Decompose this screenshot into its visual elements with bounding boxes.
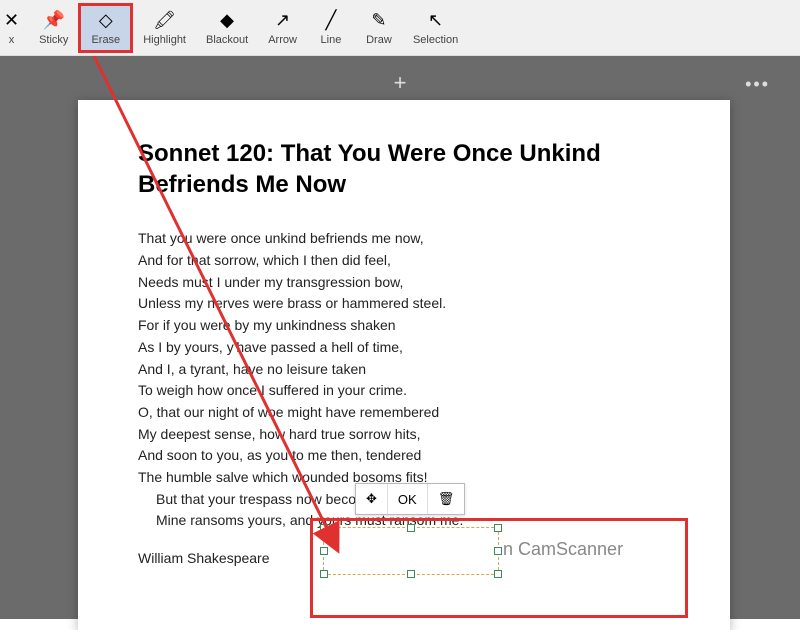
resize-handle[interactable] bbox=[494, 570, 502, 578]
erase-label: Erase bbox=[91, 34, 120, 46]
sticky-tool[interactable]: 📌 Sticky bbox=[29, 6, 78, 50]
poem-line: Unless my nerves were brass or hammered … bbox=[138, 293, 670, 315]
line-tool[interactable]: ╱ Line bbox=[307, 6, 355, 50]
ok-button[interactable]: OK bbox=[388, 484, 428, 514]
more-menu[interactable]: ••• bbox=[745, 74, 770, 95]
poem-line: To weigh how once I suffered in your cri… bbox=[138, 380, 670, 402]
move-handle[interactable]: ✥ bbox=[356, 484, 388, 514]
resize-handle[interactable] bbox=[407, 570, 415, 578]
resize-handle[interactable] bbox=[320, 524, 328, 532]
poem-line: Needs must I under my transgression bow, bbox=[138, 272, 670, 294]
poem-line: My deepest sense, how hard true sorrow h… bbox=[138, 424, 670, 446]
document-page: Sonnet 120: That You Were Once Unkind Be… bbox=[78, 100, 730, 630]
erase-icon: ◇ bbox=[99, 10, 113, 32]
document-title: Sonnet 120: That You Were Once Unkind Be… bbox=[138, 138, 670, 200]
blackout-icon: ◆ bbox=[220, 10, 234, 32]
poem-line: O, that our night of woe might have reme… bbox=[138, 402, 670, 424]
erase-selection-rect[interactable] bbox=[323, 527, 499, 575]
poem-line: And soon to you, as you to me then, tend… bbox=[138, 445, 670, 467]
poem-line: That you were once unkind befriends me n… bbox=[138, 228, 670, 250]
resize-handle[interactable] bbox=[407, 524, 415, 532]
selection-label: Selection bbox=[413, 34, 458, 46]
erase-selection-controls: ✥ OK 🗑 bbox=[355, 483, 465, 515]
main-toolbar: ✕ x 📌 Sticky ◇ Erase 🖍 Highlight ◆ Black… bbox=[0, 0, 800, 56]
arrow-icon: ↗ bbox=[275, 10, 290, 32]
poem-line: And for that sorrow, which I then did fe… bbox=[138, 250, 670, 272]
selection-icon: ↖ bbox=[428, 10, 443, 32]
arrow-tool[interactable]: ↗ Arrow bbox=[258, 6, 307, 50]
annotation-highlight-box: ✥ OK 🗑 n CamScanner bbox=[310, 518, 688, 618]
line-label: Line bbox=[321, 34, 342, 46]
pin-icon: 📌 bbox=[43, 10, 65, 32]
blackout-label: Blackout bbox=[206, 34, 248, 46]
erase-tool[interactable]: ◇ Erase bbox=[78, 3, 133, 53]
draw-icon: ✎ bbox=[371, 10, 386, 32]
blackout-tool[interactable]: ◆ Blackout bbox=[196, 6, 258, 50]
poem-line: As I by yours, y'have passed a hell of t… bbox=[138, 337, 670, 359]
poem-line: And I, a tyrant, have no leisure taken bbox=[138, 359, 670, 381]
sticky-label: Sticky bbox=[39, 34, 68, 46]
watermark-text: n CamScanner bbox=[503, 539, 623, 560]
poem-line: For if you were by my unkindness shaken bbox=[138, 315, 670, 337]
resize-handle[interactable] bbox=[494, 547, 502, 555]
resize-handle[interactable] bbox=[494, 524, 502, 532]
highlight-tool[interactable]: 🖍 Highlight bbox=[133, 6, 196, 50]
line-icon: ╱ bbox=[326, 10, 337, 32]
resize-handle[interactable] bbox=[320, 570, 328, 578]
workspace: + ••• Sonnet 120: That You Were Once Unk… bbox=[0, 56, 800, 619]
arrow-label: Arrow bbox=[268, 34, 297, 46]
delete-button[interactable]: 🗑 bbox=[428, 484, 465, 514]
box-icon: ✕ bbox=[4, 10, 19, 32]
draw-label: Draw bbox=[366, 34, 392, 46]
box-label: x bbox=[9, 34, 15, 46]
highlight-icon: 🖍 bbox=[153, 10, 176, 32]
draw-tool[interactable]: ✎ Draw bbox=[355, 6, 403, 50]
resize-handle[interactable] bbox=[320, 547, 328, 555]
highlight-label: Highlight bbox=[143, 34, 186, 46]
add-tab-button[interactable]: + bbox=[394, 70, 407, 96]
selection-tool[interactable]: ↖ Selection bbox=[403, 6, 468, 50]
box-tool-partial[interactable]: ✕ x bbox=[4, 6, 29, 50]
